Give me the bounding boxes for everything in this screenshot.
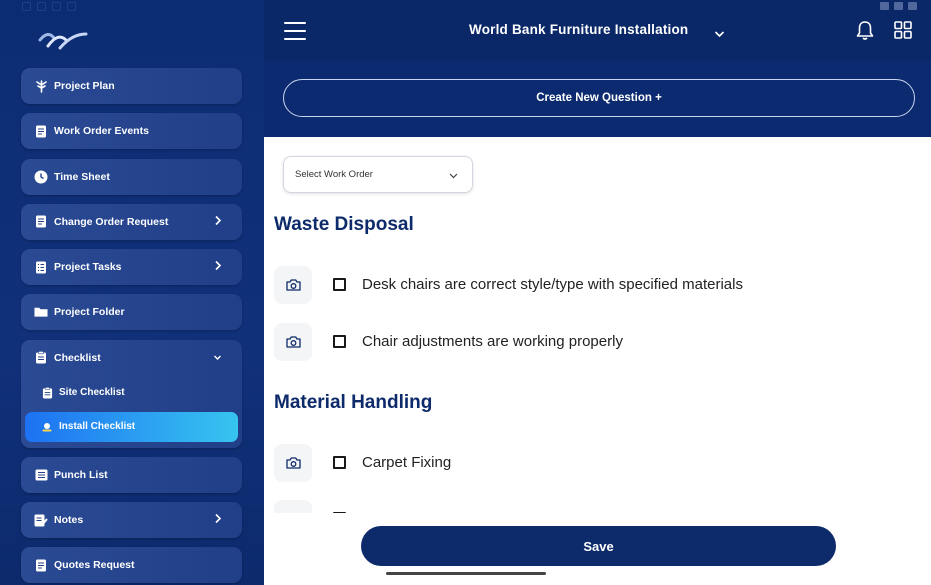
sidebar: Project Plan Work Order Events Time Shee… — [0, 0, 264, 585]
clock-icon — [34, 170, 48, 184]
status-bar-icons — [880, 2, 917, 10]
question-text: Chair adjustments are working properly — [362, 333, 623, 350]
sidebar-item-label: Time Sheet — [54, 170, 110, 183]
folder-icon — [34, 305, 48, 319]
sidebar-item-checklist[interactable]: Checklist — [21, 340, 242, 376]
question-checkbox[interactable] — [333, 335, 346, 348]
camera-icon[interactable] — [274, 444, 312, 482]
sidebar-item-punch-list[interactable]: Punch List — [21, 456, 242, 493]
chevron-down-icon[interactable] — [714, 25, 725, 43]
sidebar-item-label: Work Order Events — [54, 125, 149, 138]
sidebar-item-label: Notes — [54, 514, 84, 527]
sidebar-subitem-site-checklist[interactable]: Site Checklist — [25, 378, 238, 408]
create-new-question-button[interactable]: Create New Question + — [283, 79, 915, 117]
document-icon — [34, 124, 48, 138]
sidebar-subitem-label: Site Checklist — [59, 387, 125, 399]
sidebar-subitem-label: Install Checklist — [59, 421, 136, 433]
sidebar-item-label: Checklist — [54, 351, 101, 364]
select-work-order-dropdown[interactable]: Select Work Order — [283, 156, 473, 193]
question-text: Carpet Fixing — [362, 454, 452, 471]
sidebar-item-work-order-events[interactable]: Work Order Events — [21, 113, 242, 150]
question-checkbox[interactable] — [333, 456, 346, 469]
chevron-down-icon — [213, 352, 222, 364]
tasks-icon — [34, 260, 48, 274]
camera-icon[interactable] — [274, 266, 312, 304]
checklist-content: Select Work Order Waste Disposal Desk ch… — [264, 137, 931, 585]
sidebar-item-label: Quotes Request — [54, 559, 135, 572]
sidebar-item-label: Punch List — [54, 468, 108, 481]
sidebar-item-label: Project Tasks — [54, 261, 122, 274]
sidebar-item-quotes-request[interactable]: Quotes Request — [21, 547, 242, 584]
sidebar-subitem-install-checklist[interactable]: Install Checklist — [25, 411, 238, 442]
select-work-order-value: Select Work Order — [295, 169, 373, 180]
tree-icon — [34, 79, 48, 93]
sidebar-nav: Project Plan Work Order Events Time Shee… — [21, 68, 242, 585]
question-checkbox[interactable] — [333, 278, 346, 291]
sidebar-item-time-sheet[interactable]: Time Sheet — [21, 158, 242, 195]
section-title: Waste Disposal — [274, 214, 414, 235]
sidebar-item-notes[interactable]: Notes — [21, 502, 242, 539]
chevron-right-icon — [214, 513, 222, 527]
question-row: Carpet Fixing — [274, 444, 894, 482]
app-logo — [38, 28, 88, 55]
question-text: Desk chairs are correct style/type with … — [362, 276, 743, 293]
sidebar-item-project-folder[interactable]: Project Folder — [21, 294, 242, 331]
project-title[interactable]: World Bank Furniture Installation — [469, 22, 688, 37]
sidebar-item-label: Project Plan — [54, 80, 115, 92]
camera-icon[interactable] — [274, 323, 312, 361]
question-row: Chair adjustments are working properly — [274, 323, 894, 361]
section-title: Material Handling — [274, 392, 433, 413]
clipboard-icon — [41, 386, 53, 399]
status-bar-icons — [22, 2, 76, 11]
list-icon — [34, 468, 48, 482]
save-button[interactable]: Save — [361, 526, 836, 566]
sidebar-item-project-plan[interactable]: Project Plan — [21, 68, 242, 104]
home-indicator — [386, 572, 546, 575]
menu-icon[interactable] — [284, 22, 306, 40]
chevron-right-icon — [214, 260, 222, 274]
chevron-right-icon — [214, 215, 222, 229]
chevron-down-icon — [449, 171, 458, 182]
sidebar-checklist-group: Checklist Site Checklist Install Checkli… — [21, 339, 242, 448]
clipboard-icon — [34, 351, 48, 365]
grid-icon[interactable] — [894, 21, 912, 44]
sidebar-item-label: Project Folder — [54, 306, 125, 319]
document-icon — [34, 558, 48, 572]
sidebar-item-project-tasks[interactable]: Project Tasks — [21, 249, 242, 286]
install-icon — [41, 421, 53, 433]
sidebar-item-label: Change Order Request — [54, 215, 169, 228]
notes-icon — [34, 513, 48, 527]
document-icon — [34, 215, 48, 229]
question-row: Desk chairs are correct style/type with … — [274, 266, 894, 304]
sidebar-item-change-order-request[interactable]: Change Order Request — [21, 203, 242, 240]
bell-icon[interactable] — [855, 20, 875, 46]
